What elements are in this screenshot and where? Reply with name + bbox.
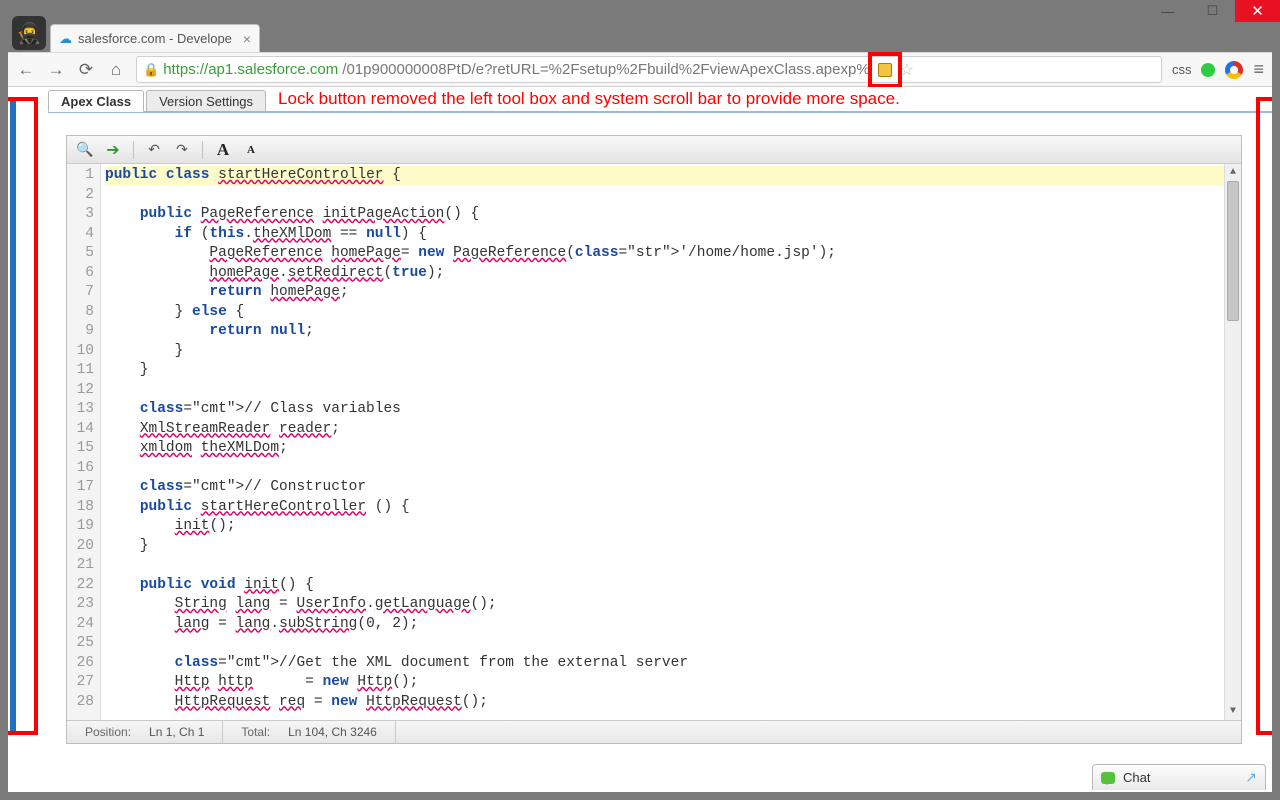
address-bar[interactable]: 🔒 https://ap1.salesforce.com /01p9000000…: [136, 56, 1162, 83]
undo-icon[interactable]: ↶: [142, 139, 166, 161]
annotation-left-highlight: [8, 97, 38, 735]
browser-tab-title: salesforce.com - Develope: [78, 31, 237, 46]
status-total-value: Ln 104, Ch 3246: [288, 725, 377, 739]
browser-toolbar: ← → ⟳ ⌂ 🔒 https://ap1.salesforce.com /01…: [8, 52, 1272, 87]
bookmark-star-icon[interactable]: ☆: [900, 60, 914, 80]
extension-green-icon[interactable]: [1201, 63, 1215, 77]
home-button[interactable]: ⌂: [106, 60, 126, 80]
search-icon[interactable]: 🔍: [73, 139, 97, 161]
reload-button[interactable]: ⟳: [76, 60, 96, 80]
window-maximize-button[interactable]: ☐: [1190, 0, 1235, 22]
extension-css-label[interactable]: css: [1172, 62, 1192, 77]
status-position-value: Ln 1, Ch 1: [149, 725, 204, 739]
status-total-label: Total:: [241, 725, 270, 739]
line-number-gutter: 1234567891011121314151617181920212223242…: [67, 164, 101, 720]
goto-icon[interactable]: ➔: [101, 139, 125, 161]
annotation-text: Lock button removed the left tool box an…: [278, 89, 900, 111]
chat-label: Chat: [1123, 770, 1150, 785]
code-text-area[interactable]: public class startHereController { publi…: [101, 164, 1224, 720]
browser-chrome: 🥷 ☁ salesforce.com - Develope × ← → ⟳ ⌂ …: [8, 22, 1272, 87]
url-path: /01p900000008PtD/e?retURL=%2Fsetup%2Fbui…: [342, 61, 869, 78]
scroll-down-icon[interactable]: ▼: [1225, 703, 1241, 720]
window-controls: — ☐ ✕: [1145, 0, 1280, 22]
editor-toolbar: 🔍 ➔ ↶ ↷ A A: [67, 136, 1241, 164]
annotation-right-highlight: [1256, 97, 1272, 735]
code-editor: 🔍 ➔ ↶ ↷ A A 1234567891011121314151617181…: [66, 135, 1242, 744]
scroll-up-icon[interactable]: ▲: [1225, 164, 1241, 181]
page-tabs: Apex Class Version Settings Lock button …: [48, 89, 1272, 113]
profile-avatar-icon[interactable]: 🥷: [12, 16, 46, 50]
vertical-scrollbar[interactable]: ▲ ▼: [1224, 164, 1241, 720]
url-scheme-host: https://ap1.salesforce.com: [163, 61, 338, 78]
browser-menu-button[interactable]: ≡: [1253, 59, 1264, 80]
redo-icon[interactable]: ↷: [170, 139, 194, 161]
font-decrease-button[interactable]: A: [239, 139, 263, 161]
status-position-label: Position:: [85, 725, 131, 739]
padlock-icon: [878, 63, 892, 77]
tab-close-icon[interactable]: ×: [243, 31, 251, 47]
lock-icon: 🔒: [143, 62, 159, 78]
tab-version-settings[interactable]: Version Settings: [146, 90, 266, 111]
window-close-button[interactable]: ✕: [1235, 0, 1280, 22]
chat-widget[interactable]: Chat ↗: [1092, 764, 1266, 790]
editor-status-bar: Position: Ln 1, Ch 1 Total: Ln 104, Ch 3…: [67, 720, 1241, 743]
back-button[interactable]: ←: [16, 60, 36, 80]
tab-apex-class[interactable]: Apex Class: [48, 90, 144, 112]
editor-body[interactable]: 1234567891011121314151617181920212223242…: [67, 164, 1241, 720]
window-minimize-button[interactable]: —: [1145, 0, 1190, 22]
forward-button[interactable]: →: [46, 60, 66, 80]
chat-popout-icon[interactable]: ↗: [1245, 769, 1257, 786]
font-increase-button[interactable]: A: [211, 139, 235, 161]
extension-lock-button[interactable]: [874, 59, 896, 81]
status-position: Position: Ln 1, Ch 1: [67, 721, 223, 743]
page-content: Apex Class Version Settings Lock button …: [8, 87, 1272, 792]
chat-bubble-icon: [1101, 772, 1115, 784]
browser-tab[interactable]: ☁ salesforce.com - Develope ×: [50, 24, 260, 52]
toolbar-separator: [202, 141, 203, 159]
browser-tabstrip: ☁ salesforce.com - Develope ×: [8, 22, 1272, 52]
toolbar-separator: [133, 141, 134, 159]
cloud-icon: ☁: [59, 31, 72, 47]
scrollbar-thumb[interactable]: [1227, 181, 1239, 321]
status-total: Total: Ln 104, Ch 3246: [223, 721, 395, 743]
extension-chrome-icon[interactable]: [1225, 61, 1243, 79]
